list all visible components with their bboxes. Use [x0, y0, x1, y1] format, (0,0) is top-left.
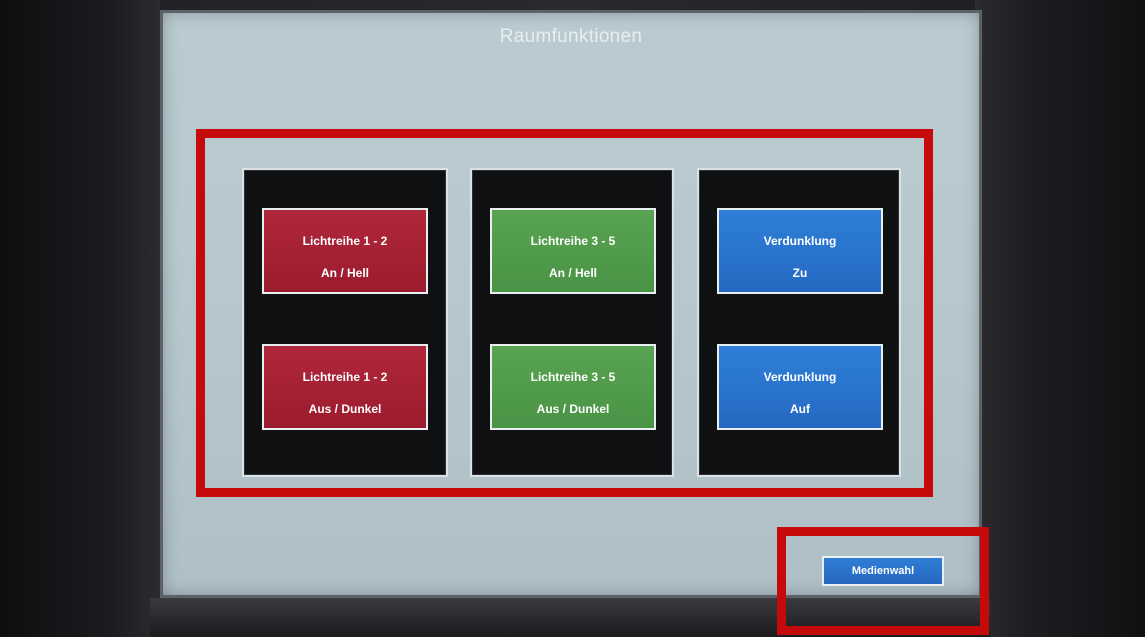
touch-screen: Raumfunktionen Lichtreihe 1 - 2 An / Hel…: [160, 10, 982, 598]
lights-1-2-on-button[interactable]: Lichtreihe 1 - 2 An / Hell: [262, 208, 428, 294]
blinds-open-button[interactable]: Verdunklung Auf: [717, 344, 883, 430]
bezel-right: [975, 0, 1145, 637]
lights-3-5-on-button[interactable]: Lichtreihe 3 - 5 An / Hell: [490, 208, 656, 294]
bezel-bottom: [150, 598, 990, 637]
button-label-line2: Aus / Dunkel: [308, 402, 382, 416]
bezel-left: [0, 0, 160, 637]
button-label-line1: Lichtreihe 3 - 5: [530, 234, 616, 248]
lights-1-2-off-button[interactable]: Lichtreihe 1 - 2 Aus / Dunkel: [262, 344, 428, 430]
button-label-line2: Aus / Dunkel: [536, 402, 610, 416]
button-label-line1: Lichtreihe 3 - 5: [530, 370, 616, 384]
button-label-line2: Zu: [792, 266, 808, 280]
button-label-line1: Lichtreihe 1 - 2: [302, 370, 388, 384]
button-label-line2: An / Hell: [320, 266, 369, 280]
button-label-line1: Lichtreihe 1 - 2: [302, 234, 388, 248]
button-label-line2: An / Hell: [548, 266, 597, 280]
lights-3-5-off-button[interactable]: Lichtreihe 3 - 5 Aus / Dunkel: [490, 344, 656, 430]
panel-lights-1-2: Lichtreihe 1 - 2 An / Hell Lichtreihe 1 …: [242, 168, 448, 477]
touch-panel-device: Raumfunktionen Lichtreihe 1 - 2 An / Hel…: [0, 0, 1145, 637]
button-label-line1: Verdunklung: [763, 370, 837, 384]
page-title: Raumfunktionen: [499, 26, 643, 47]
blinds-close-button[interactable]: Verdunklung Zu: [717, 208, 883, 294]
button-label-line2: Auf: [790, 402, 810, 416]
panel-lights-3-5: Lichtreihe 3 - 5 An / Hell Lichtreihe 3 …: [470, 168, 674, 477]
button-label-line1: Verdunklung: [763, 234, 837, 248]
panel-blinds: Verdunklung Zu Verdunklung Auf: [697, 168, 901, 477]
media-selection-button[interactable]: Medienwahl: [822, 556, 944, 586]
